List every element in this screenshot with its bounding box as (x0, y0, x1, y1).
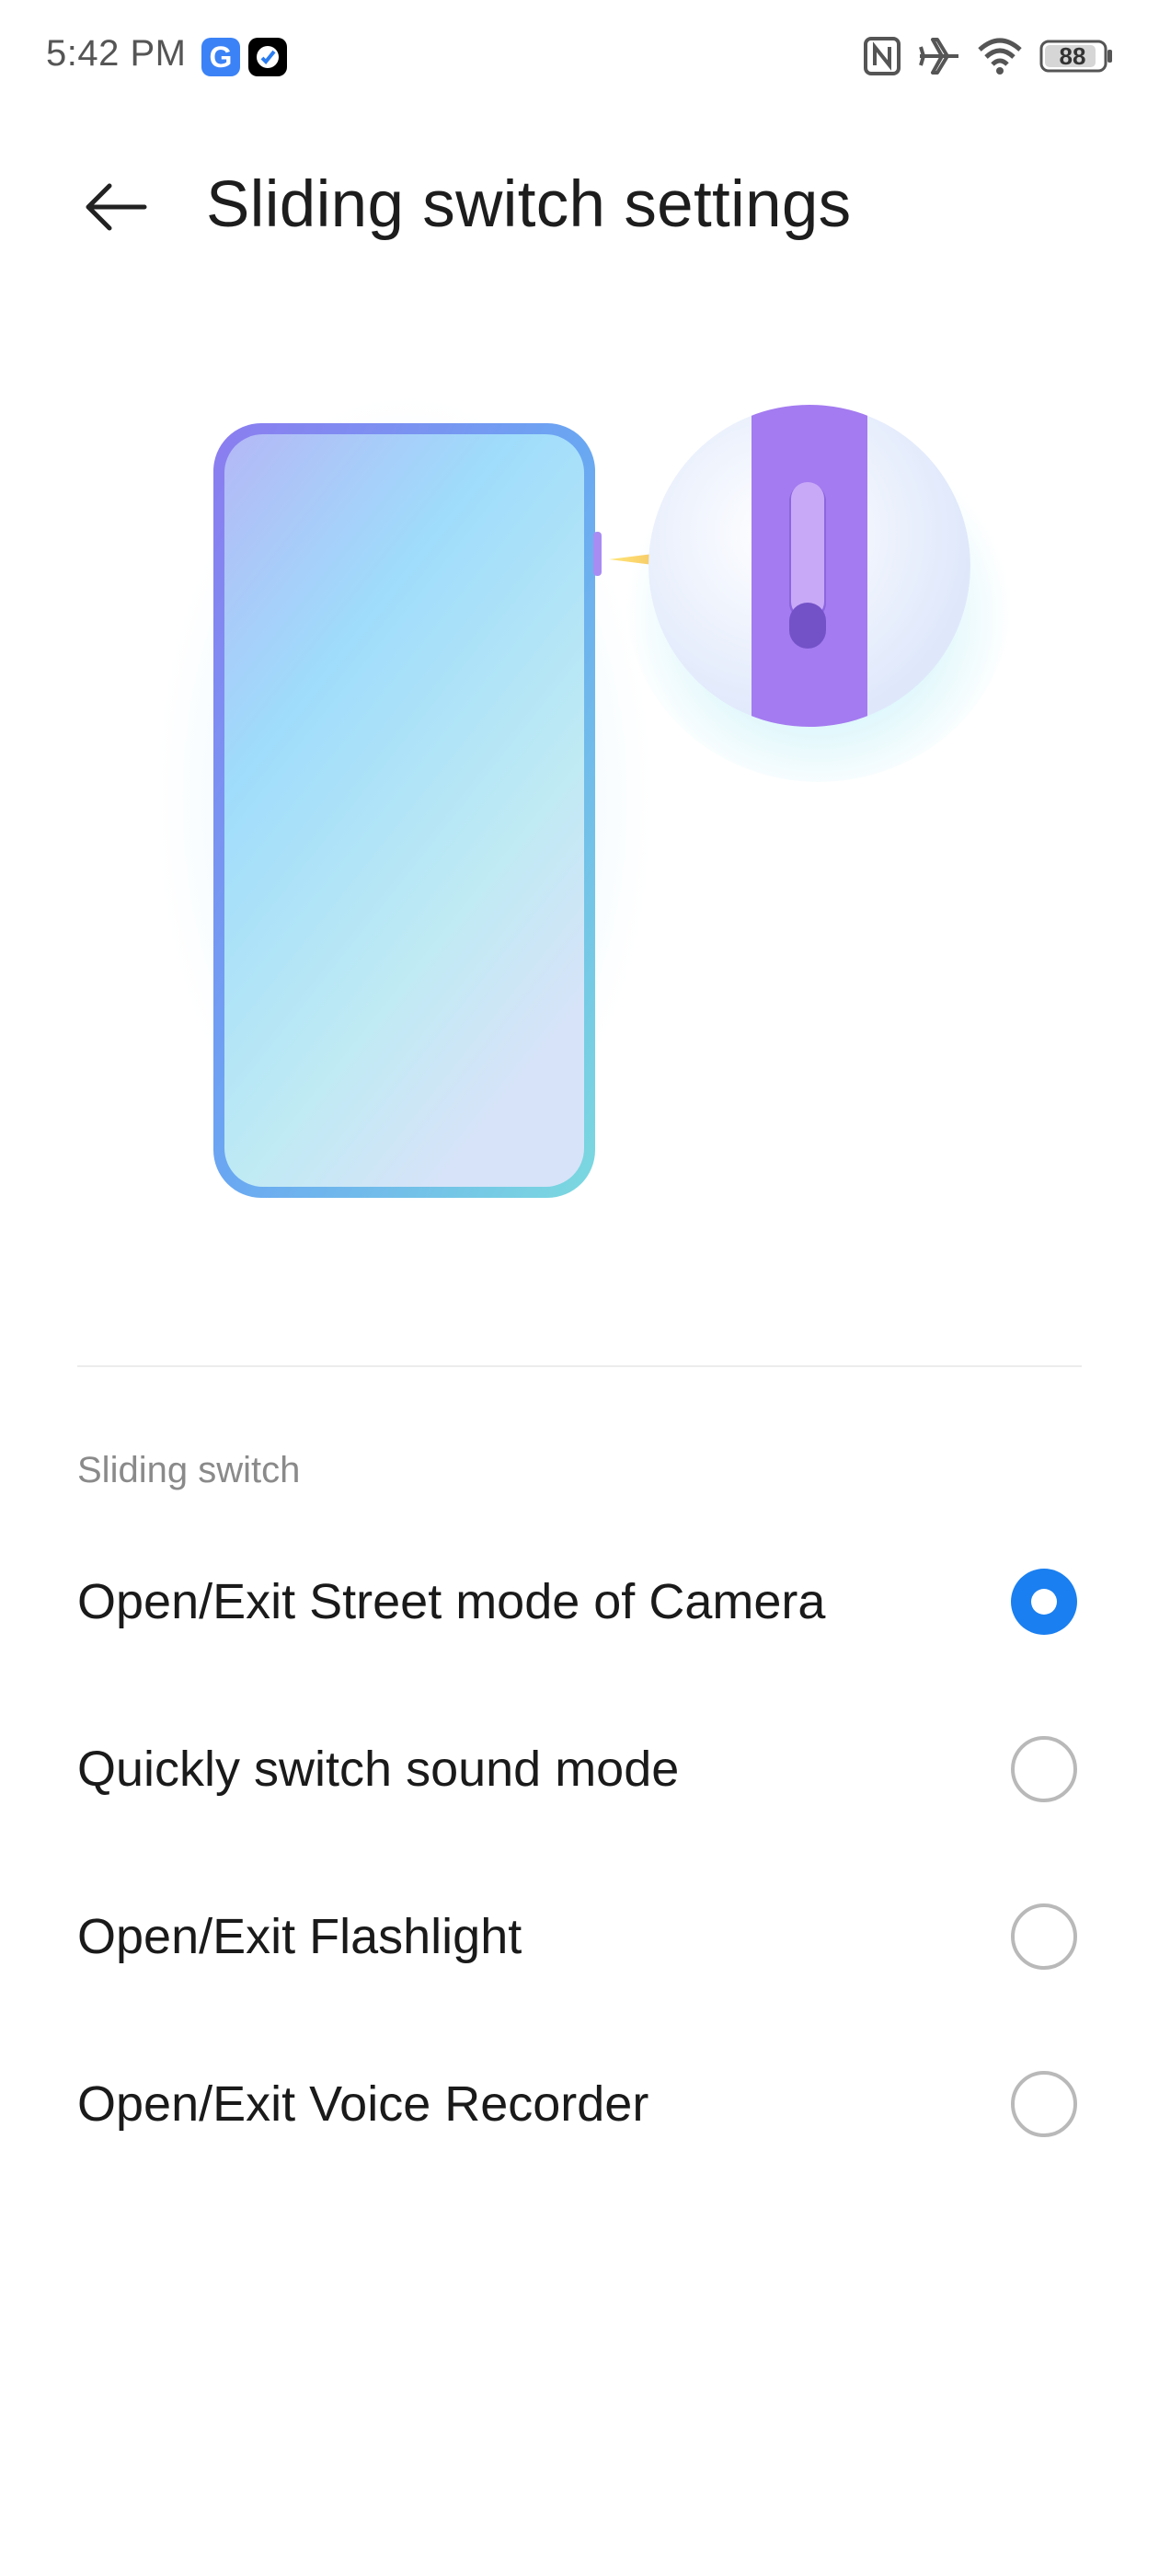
google-app-icon: G (201, 38, 240, 76)
option-voice-recorder[interactable]: Open/Exit Voice Recorder (0, 2020, 1159, 2188)
option-label: Quickly switch sound mode (77, 1742, 680, 1797)
battery-icon: 88 (1039, 38, 1113, 75)
airplane-mode-icon (918, 36, 960, 76)
back-button[interactable] (74, 166, 156, 248)
option-flashlight[interactable]: Open/Exit Flashlight (0, 1853, 1159, 2020)
status-bar: 5:42 PM G 88 (0, 0, 1159, 110)
radio-unselected[interactable] (1011, 2071, 1077, 2137)
option-label: Open/Exit Flashlight (77, 1909, 522, 1964)
battery-level: 88 (1059, 42, 1086, 70)
divider (77, 1365, 1082, 1367)
phone-illustration (213, 423, 602, 1198)
nfc-icon (863, 36, 901, 76)
option-label: Open/Exit Voice Recorder (77, 2076, 649, 2132)
section-label: Sliding switch (77, 1450, 301, 1490)
arrow-left-icon (86, 183, 147, 231)
news-app-icon (248, 38, 287, 76)
option-label: Open/Exit Street mode of Camera (77, 1574, 826, 1629)
option-sound-mode[interactable]: Quickly switch sound mode (0, 1685, 1159, 1853)
wifi-icon (977, 37, 1023, 75)
status-icons: 88 (863, 33, 1113, 79)
sliding-switch-illustration (0, 368, 1159, 1251)
radio-selected[interactable] (1011, 1569, 1077, 1635)
radio-unselected[interactable] (1011, 1736, 1077, 1802)
option-street-mode[interactable]: Open/Exit Street mode of Camera (0, 1518, 1159, 1685)
page-title: Sliding switch settings (206, 168, 852, 241)
status-time: 5:42 PM (46, 33, 187, 74)
radio-unselected[interactable] (1011, 1903, 1077, 1970)
